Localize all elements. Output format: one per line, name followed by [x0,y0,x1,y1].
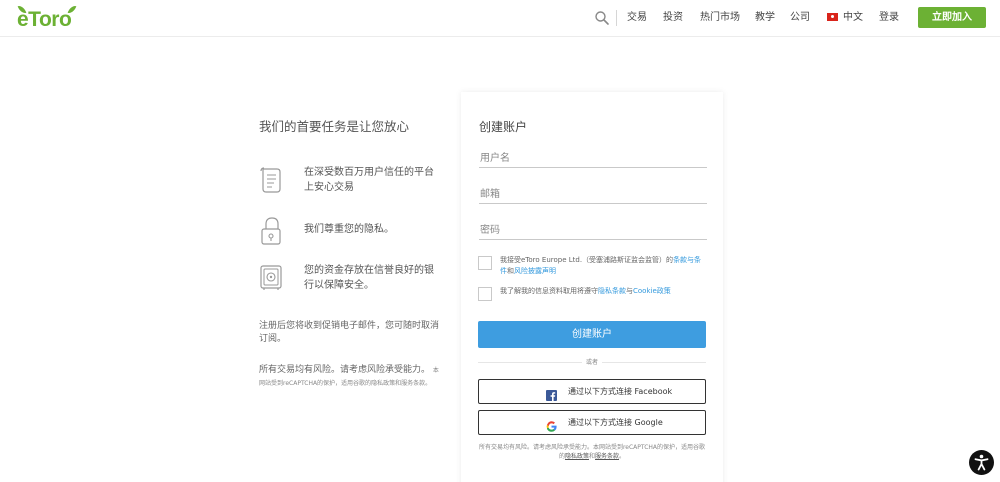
footer-privacy-policy-link[interactable]: 隐私政策 [565,453,589,460]
safe-icon [259,263,283,293]
footer-terms-link[interactable]: 服务条款 [595,453,619,460]
nav-popular-markets[interactable]: 热门市场 [700,11,740,25]
facebook-button-label: 通过以下方式连接 Facebook [568,387,673,396]
scroll-icon [259,165,283,195]
nav-trading[interactable]: 交易 [627,11,647,25]
end-text: 。 [425,380,432,387]
top-navbar: eToro 交易 投资 热门市场 教学 公司 中文 登录 立即加入 [0,0,1000,37]
privacy-policy-link[interactable]: 隐私政策 [371,380,395,387]
cookie-policy-link[interactable]: Cookie政策 [633,287,671,295]
google-connect-button[interactable]: 通过以下方式连接 Google [478,410,706,435]
risk-disclosure-link[interactable]: 风险披露声明 [514,267,556,275]
feature-privacy: 我们尊重您的隐私。 [259,215,439,247]
privacy-consent-text: 我了解我的信息资料取用将遵守隐私条款与Cookie政策 [500,286,708,297]
nav-divider [616,10,617,26]
nav-education[interactable]: 教学 [755,11,775,25]
google-icon [546,417,557,432]
feature-trusted: 在深受数百万用户信任的平台上安心交易 [259,165,439,197]
feature-text: 在深受数百万用户信任的平台上安心交易 [304,167,434,193]
terms-consent-row: 我接受eToro Europe Ltd.（受塞浦路斯证监会监管）的条款与条件和风… [478,256,708,280]
terms-checkbox[interactable] [478,256,492,270]
risk-warning-text: 所有交易均有风险。请考虑风险承受能力。 [259,365,431,375]
or-label: 或者 [582,358,602,367]
terms-consent-and: 和 [507,267,514,275]
facebook-connect-button[interactable]: 通过以下方式连接 Facebook [478,379,706,404]
privacy-consent-prefix: 我了解我的信息资料取用将遵守 [500,287,598,295]
join-now-button[interactable]: 立即加入 [918,7,986,28]
china-flag-icon[interactable] [827,13,838,21]
feature-safe-funds: 您的资金存放在信誉良好的银行以保障安全。 [259,263,439,295]
email-input[interactable] [479,186,707,204]
privacy-terms-link[interactable]: 隐私条款 [598,287,626,295]
form-footer-disclaimer: 所有交易均有风险。请考虑风险承受能力。本网站受到reCAPTCHA的保护，适用谷… [478,443,706,461]
etoro-logo[interactable]: eToro [17,4,77,31]
accessibility-button[interactable] [969,450,994,475]
padlock-icon [259,215,283,245]
feature-text: 您的资金存放在信誉良好的银行以保障安全。 [304,265,434,291]
terms-consent-text: 我接受eToro Europe Ltd.（受塞浦路斯证监会监管）的条款与条件和风… [500,255,708,277]
create-account-title: 创建账户 [479,120,528,134]
password-input[interactable] [479,222,707,240]
facebook-icon [546,386,557,401]
create-account-button[interactable]: 创建账户 [478,321,706,348]
login-link[interactable]: 登录 [879,11,899,25]
username-input[interactable] [479,150,707,168]
form-footer-end: 。 [619,453,626,460]
accessibility-icon [974,454,989,471]
privacy-consent-row: 我了解我的信息资料取用将遵守隐私条款与Cookie政策 [478,287,708,303]
terms-of-service-link[interactable]: 服务条款 [401,380,425,387]
nav-investing[interactable]: 投资 [663,11,683,25]
feature-text: 我们尊重您的隐私。 [304,224,394,235]
logo-leaf-right [67,4,77,15]
search-icon[interactable] [594,10,610,26]
nav-company[interactable]: 公司 [790,11,810,25]
google-button-label: 通过以下方式连接 Google [568,418,663,427]
terms-consent-prefix: 我接受eToro Europe Ltd.（受塞浦路斯证监会监管）的 [500,256,674,264]
reassurance-title: 我们的首要任务是让您放心 [259,119,410,134]
risk-warning: 所有交易均有风险。请考虑风险承受能力。 本网站受到reCAPTCHA的保护，适用… [259,364,439,390]
promo-email-note: 注册后您将收到促销电子邮件，您可随时取消订阅。 [259,321,440,344]
language-selector[interactable]: 中文 [843,11,863,25]
privacy-checkbox[interactable] [478,287,492,301]
privacy-consent-and: 与 [626,287,633,295]
